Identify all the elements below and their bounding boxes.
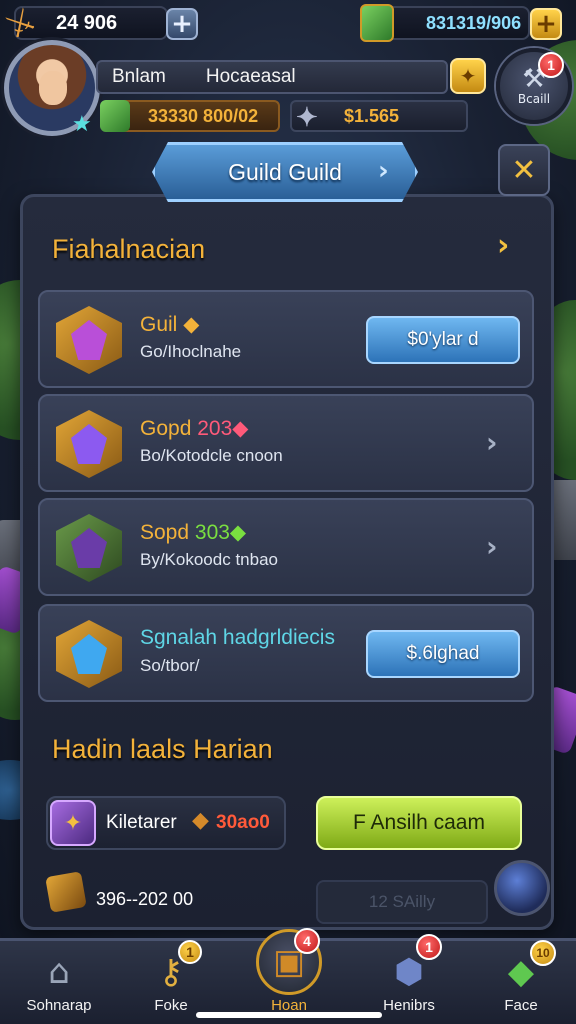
chevron-right-icon[interactable]: › <box>486 530 498 563</box>
guild-title: Sgnalah hadgrldiecis <box>140 626 335 649</box>
settings-notification-badge: 1 <box>538 52 564 78</box>
gem-value: 831319/906 <box>426 12 522 33</box>
guild-subtitle: So/tbor/ <box>140 656 200 675</box>
treasure-icon: ✦ <box>50 800 96 846</box>
castle-icon: ⌂ <box>48 952 70 992</box>
gem-icon: ◆ <box>192 808 209 833</box>
guild-emblem-icon <box>56 410 122 478</box>
close-button[interactable]: ✕ <box>498 144 550 196</box>
add-energy-button[interactable]: + <box>166 8 198 40</box>
star-icon: ★ <box>72 112 92 137</box>
guild-list-item[interactable]: Guil ◆ Go/Ihoclnahe $0'ylar d <box>38 290 534 388</box>
energy-counter: ⚔ 24 906 <box>0 0 168 47</box>
guild-emblem-icon <box>56 514 122 582</box>
reward-label: Kiletarer <box>106 812 177 833</box>
tab-arrow-icon: › <box>378 156 389 186</box>
ore-counter: ✦ $1.565 <box>290 100 468 132</box>
section-title: Fiahalnacian <box>52 234 206 264</box>
orb-icon[interactable] <box>494 860 550 916</box>
player-name-bar: Bnlam Hocaeasal <box>96 60 448 94</box>
cash-icon <box>100 100 130 132</box>
diamond-icon: ✦ <box>459 64 477 88</box>
chevron-right-icon[interactable]: › <box>486 426 498 459</box>
guild-emblem-icon <box>56 306 122 374</box>
join-guild-button[interactable]: $.6lghad <box>366 630 520 678</box>
guild-list-item[interactable]: Sopd 303◆ By/Kokoodc tnbao › <box>38 498 534 596</box>
guild-list-item[interactable]: Sgnalah hadgrldiecis So/tbor/ $.6lghad <box>38 604 534 702</box>
guild-subtitle: Bo/Kotodcle cnoon <box>140 446 283 465</box>
chest-icon <box>45 871 87 913</box>
add-gems-button[interactable]: + <box>530 8 562 40</box>
guild-title: Sopd 303◆ <box>140 521 247 544</box>
reward-card: ✦ Kiletarer ◆ 30ao0 <box>46 796 286 850</box>
guild-name: Hocaeasal <box>205 66 296 87</box>
join-guild-button[interactable]: $0'ylar d <box>366 316 520 364</box>
ore-icon: ✦ <box>296 102 318 132</box>
gold-counter: 33330 800/02 <box>100 100 280 132</box>
nav-badge: 1 <box>178 940 202 964</box>
disabled-button[interactable]: 12 SAilly <box>316 880 488 924</box>
guild-subtitle: By/Kokoodc tnbao <box>140 550 278 569</box>
nav-item-sohnarap[interactable]: ⌂ Sohnarap <box>4 941 114 1024</box>
ore-value: $1.565 <box>344 105 400 126</box>
energy-value: 24 906 <box>56 11 118 34</box>
guild-list-item[interactable]: Gopd 203◆ Bo/Kotodcle cnoon › <box>38 394 534 492</box>
guild-subtitle: Go/Ihoclnahe <box>140 342 242 361</box>
nav-badge: 4 <box>294 928 320 954</box>
nav-item-face[interactable]: ◆ Face <box>466 941 576 1024</box>
section-title: Hadin laals Harian <box>52 734 273 764</box>
gem-icon <box>360 4 394 42</box>
claim-button[interactable]: F Ansilh caam <box>316 796 522 850</box>
nav-badge: 1 <box>416 934 442 960</box>
nav-badge: 10 <box>530 940 556 966</box>
footer-value: 396--202 00 <box>96 889 194 909</box>
gold-value: 33330 800/02 <box>148 105 259 126</box>
home-indicator[interactable] <box>196 1012 382 1018</box>
guild-title: Gopd 203◆ <box>140 417 249 440</box>
guild-emblem-icon <box>56 620 122 688</box>
player-name: Bnlam <box>112 66 166 87</box>
close-icon: ✕ <box>511 152 537 188</box>
reward-value: 30ao0 <box>216 812 270 833</box>
guild-title: Guil ◆ <box>140 313 200 336</box>
settings-label: Bcaill <box>517 92 551 106</box>
section-expand-icon[interactable]: › <box>497 228 509 263</box>
edit-name-button[interactable]: ✦ <box>450 58 486 94</box>
gem-counter: 831319/906 <box>360 4 530 42</box>
